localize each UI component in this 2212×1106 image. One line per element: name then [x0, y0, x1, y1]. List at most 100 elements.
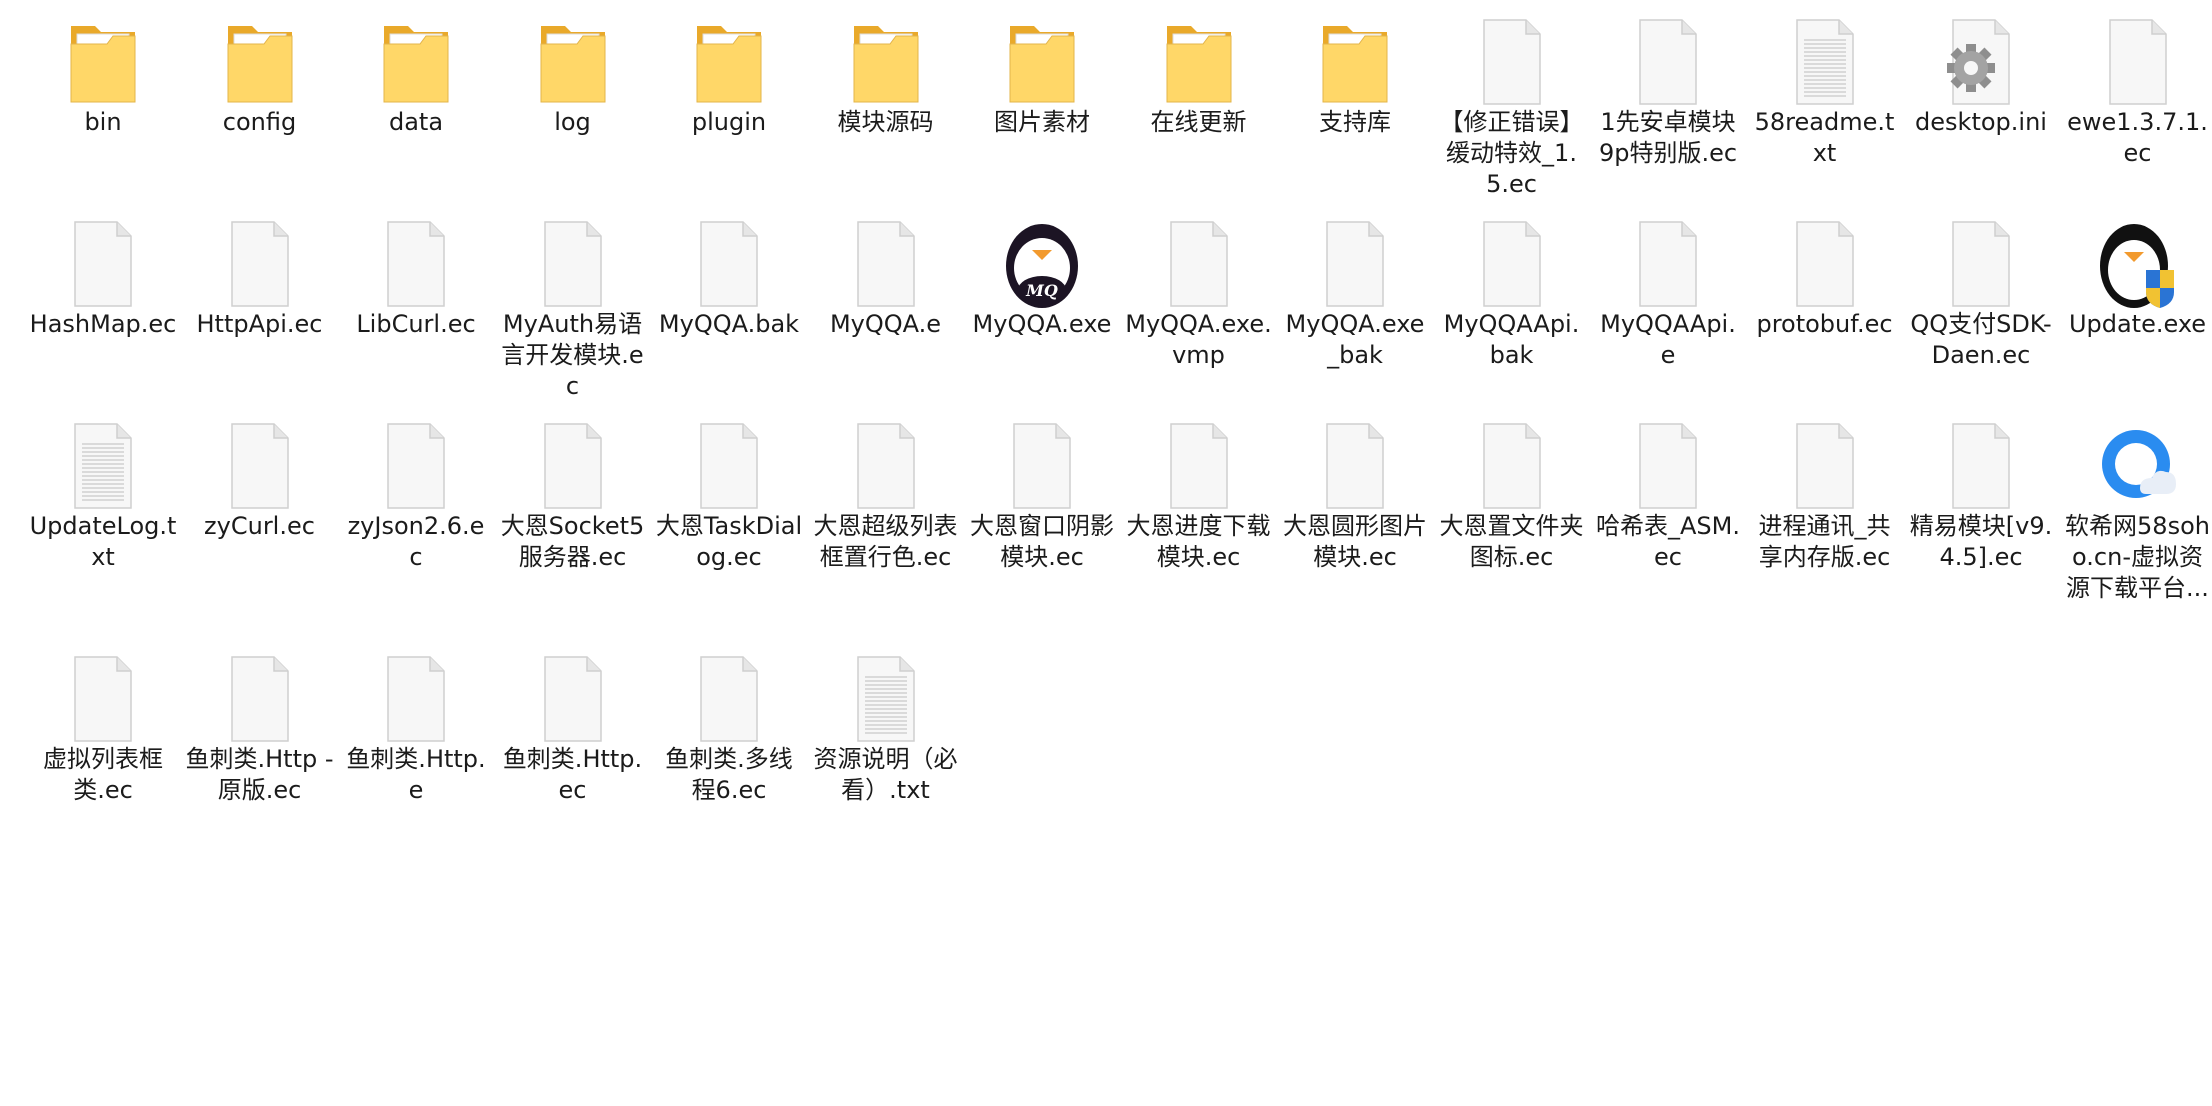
file-item[interactable]: UpdateLog.txt	[28, 404, 178, 604]
settings-file-icon	[1943, 18, 2019, 106]
folder-icon	[691, 18, 767, 106]
file-icon	[65, 220, 141, 308]
file-item[interactable]: 鱼刺类.Http.ec	[498, 637, 648, 837]
file-name-label: zyJson2.6.ec	[347, 512, 485, 571]
file-item[interactable]: config	[185, 0, 335, 200]
file-item[interactable]: 大恩进度下载模块.ec	[1124, 404, 1274, 604]
file-item[interactable]: 哈希表_ASM.ec	[1593, 404, 1743, 604]
file-item[interactable]: 鱼刺类.Http.e	[341, 637, 491, 837]
file-item[interactable]: 软希网58soho.cn-虚拟资源下载平台...	[2063, 404, 2212, 604]
file-name-label: MyQQA.exe_bak	[1285, 310, 1425, 369]
file-item[interactable]: MyAuth易语言开发模块.ec	[498, 202, 648, 402]
file-item[interactable]: 鱼刺类.多线程6.ec	[654, 637, 804, 837]
file-icon	[1943, 422, 2019, 510]
file-item[interactable]: log	[498, 0, 648, 200]
file-name-label: 大恩Socket5服务器.ec	[500, 512, 645, 571]
file-icon	[222, 220, 298, 308]
file-icon	[65, 655, 141, 743]
file-item[interactable]: HttpApi.ec	[185, 202, 335, 402]
file-name-label: 进程通讯_共享内存版.ec	[1758, 512, 1891, 571]
file-item[interactable]: 支持库	[1280, 0, 1430, 200]
file-item[interactable]: desktop.ini	[1906, 0, 2056, 200]
file-item[interactable]: zyJson2.6.ec	[341, 404, 491, 604]
file-icon	[378, 220, 454, 308]
file-icon	[1474, 422, 1550, 510]
file-item[interactable]: 【修正错误】缓动特效_1.5.ec	[1437, 0, 1587, 200]
file-item[interactable]: MQ MyQQA.exe	[967, 202, 1117, 402]
file-icon	[1787, 220, 1863, 308]
file-name-label: 虚拟列表框类.ec	[43, 745, 163, 804]
file-name-label: MyAuth易语言开发模块.ec	[501, 310, 644, 400]
file-icon	[691, 220, 767, 308]
file-explorer-large-icons-view: bin config data log plugin 模块源码 图片素材 在线更新 支持库 【修正…	[0, 0, 2212, 1106]
file-item[interactable]: 大恩TaskDialog.ec	[654, 404, 804, 604]
file-name-label: 大恩窗口阴影模块.ec	[970, 512, 1114, 571]
file-name-label: 大恩圆形图片模块.ec	[1283, 512, 1427, 571]
file-icon	[222, 655, 298, 743]
file-item[interactable]: 图片素材	[967, 0, 1117, 200]
file-icon	[1474, 220, 1550, 308]
svg-text:MQ: MQ	[1025, 281, 1058, 300]
file-item[interactable]: MyQQA.exe_bak	[1280, 202, 1430, 402]
file-item[interactable]: MyQQA.exe.vmp	[1124, 202, 1274, 402]
file-item[interactable]: 鱼刺类.Http - 原版.ec	[185, 637, 335, 837]
text-file-icon	[1787, 18, 1863, 106]
file-icon	[1317, 220, 1393, 308]
file-item[interactable]: 虚拟列表框类.ec	[28, 637, 178, 837]
file-icon	[1004, 422, 1080, 510]
file-item[interactable]: 大恩置文件夹图标.ec	[1437, 404, 1587, 604]
file-item[interactable]: 大恩超级列表框置行色.ec	[811, 404, 961, 604]
file-item[interactable]: HashMap.ec	[28, 202, 178, 402]
file-name-label: 58readme.txt	[1754, 108, 1895, 167]
update-app-icon	[2099, 220, 2176, 308]
file-icon	[378, 422, 454, 510]
file-icon	[1787, 422, 1863, 510]
myqq-app-icon: MQ	[1004, 220, 1080, 308]
file-name-label: desktop.ini	[1915, 108, 2047, 136]
file-item[interactable]: 大恩Socket5服务器.ec	[498, 404, 648, 604]
file-item[interactable]: 1先安卓模块9p特别版.ec	[1593, 0, 1743, 200]
file-item[interactable]: protobuf.ec	[1750, 202, 1900, 402]
file-item[interactable]: MyQQA.e	[811, 202, 961, 402]
file-name-label: 图片素材	[994, 108, 1090, 136]
file-icon	[535, 655, 611, 743]
file-item[interactable]: 资源说明（必看）.txt	[811, 637, 961, 837]
file-item[interactable]: 精易模块[v9.4.5].ec	[1906, 404, 2056, 604]
file-name-label: 资源说明（必看）.txt	[813, 745, 958, 804]
file-item[interactable]: Update.exe	[2063, 202, 2212, 402]
file-item[interactable]: MyQQAApi.e	[1593, 202, 1743, 402]
file-item[interactable]: ewe1.3.7.1.ec	[2063, 0, 2212, 200]
file-icon	[535, 422, 611, 510]
folder-icon	[1161, 18, 1237, 106]
file-item[interactable]: 大恩圆形图片模块.ec	[1280, 404, 1430, 604]
file-icon	[848, 422, 924, 510]
file-item[interactable]: 58readme.txt	[1750, 0, 1900, 200]
file-item[interactable]: data	[341, 0, 491, 200]
file-item[interactable]: zyCurl.ec	[185, 404, 335, 604]
file-icon	[1161, 220, 1237, 308]
file-item[interactable]: MyQQAApi.bak	[1437, 202, 1587, 402]
file-icon	[2100, 18, 2176, 106]
file-name-label: 大恩超级列表框置行色.ec	[813, 512, 958, 571]
file-name-label: data	[388, 108, 444, 136]
file-icon	[1317, 422, 1393, 510]
file-item[interactable]: QQ支付SDK-Daen.ec	[1906, 202, 2056, 402]
file-name-label: 大恩进度下载模块.ec	[1126, 512, 1271, 571]
file-item[interactable]: plugin	[654, 0, 804, 200]
file-name-label: MyQQA.exe	[972, 310, 1112, 338]
file-icon	[691, 422, 767, 510]
file-name-label: ewe1.3.7.1.ec	[2067, 108, 2208, 167]
file-item[interactable]: 大恩窗口阴影模块.ec	[967, 404, 1117, 604]
file-item[interactable]: 模块源码	[811, 0, 961, 200]
file-name-label: MyQQA.bak	[658, 310, 800, 338]
folder-icon	[1004, 18, 1080, 106]
file-item[interactable]: 在线更新	[1124, 0, 1274, 200]
file-item[interactable]: MyQQA.bak	[654, 202, 804, 402]
file-name-label: HttpApi.ec	[196, 310, 323, 338]
file-name-label: 哈希表_ASM.ec	[1596, 512, 1740, 571]
file-item[interactable]: 进程通讯_共享内存版.ec	[1750, 404, 1900, 604]
file-icon	[1161, 422, 1237, 510]
file-icon	[222, 422, 298, 510]
file-item[interactable]: bin	[28, 0, 178, 200]
file-item[interactable]: LibCurl.ec	[341, 202, 491, 402]
